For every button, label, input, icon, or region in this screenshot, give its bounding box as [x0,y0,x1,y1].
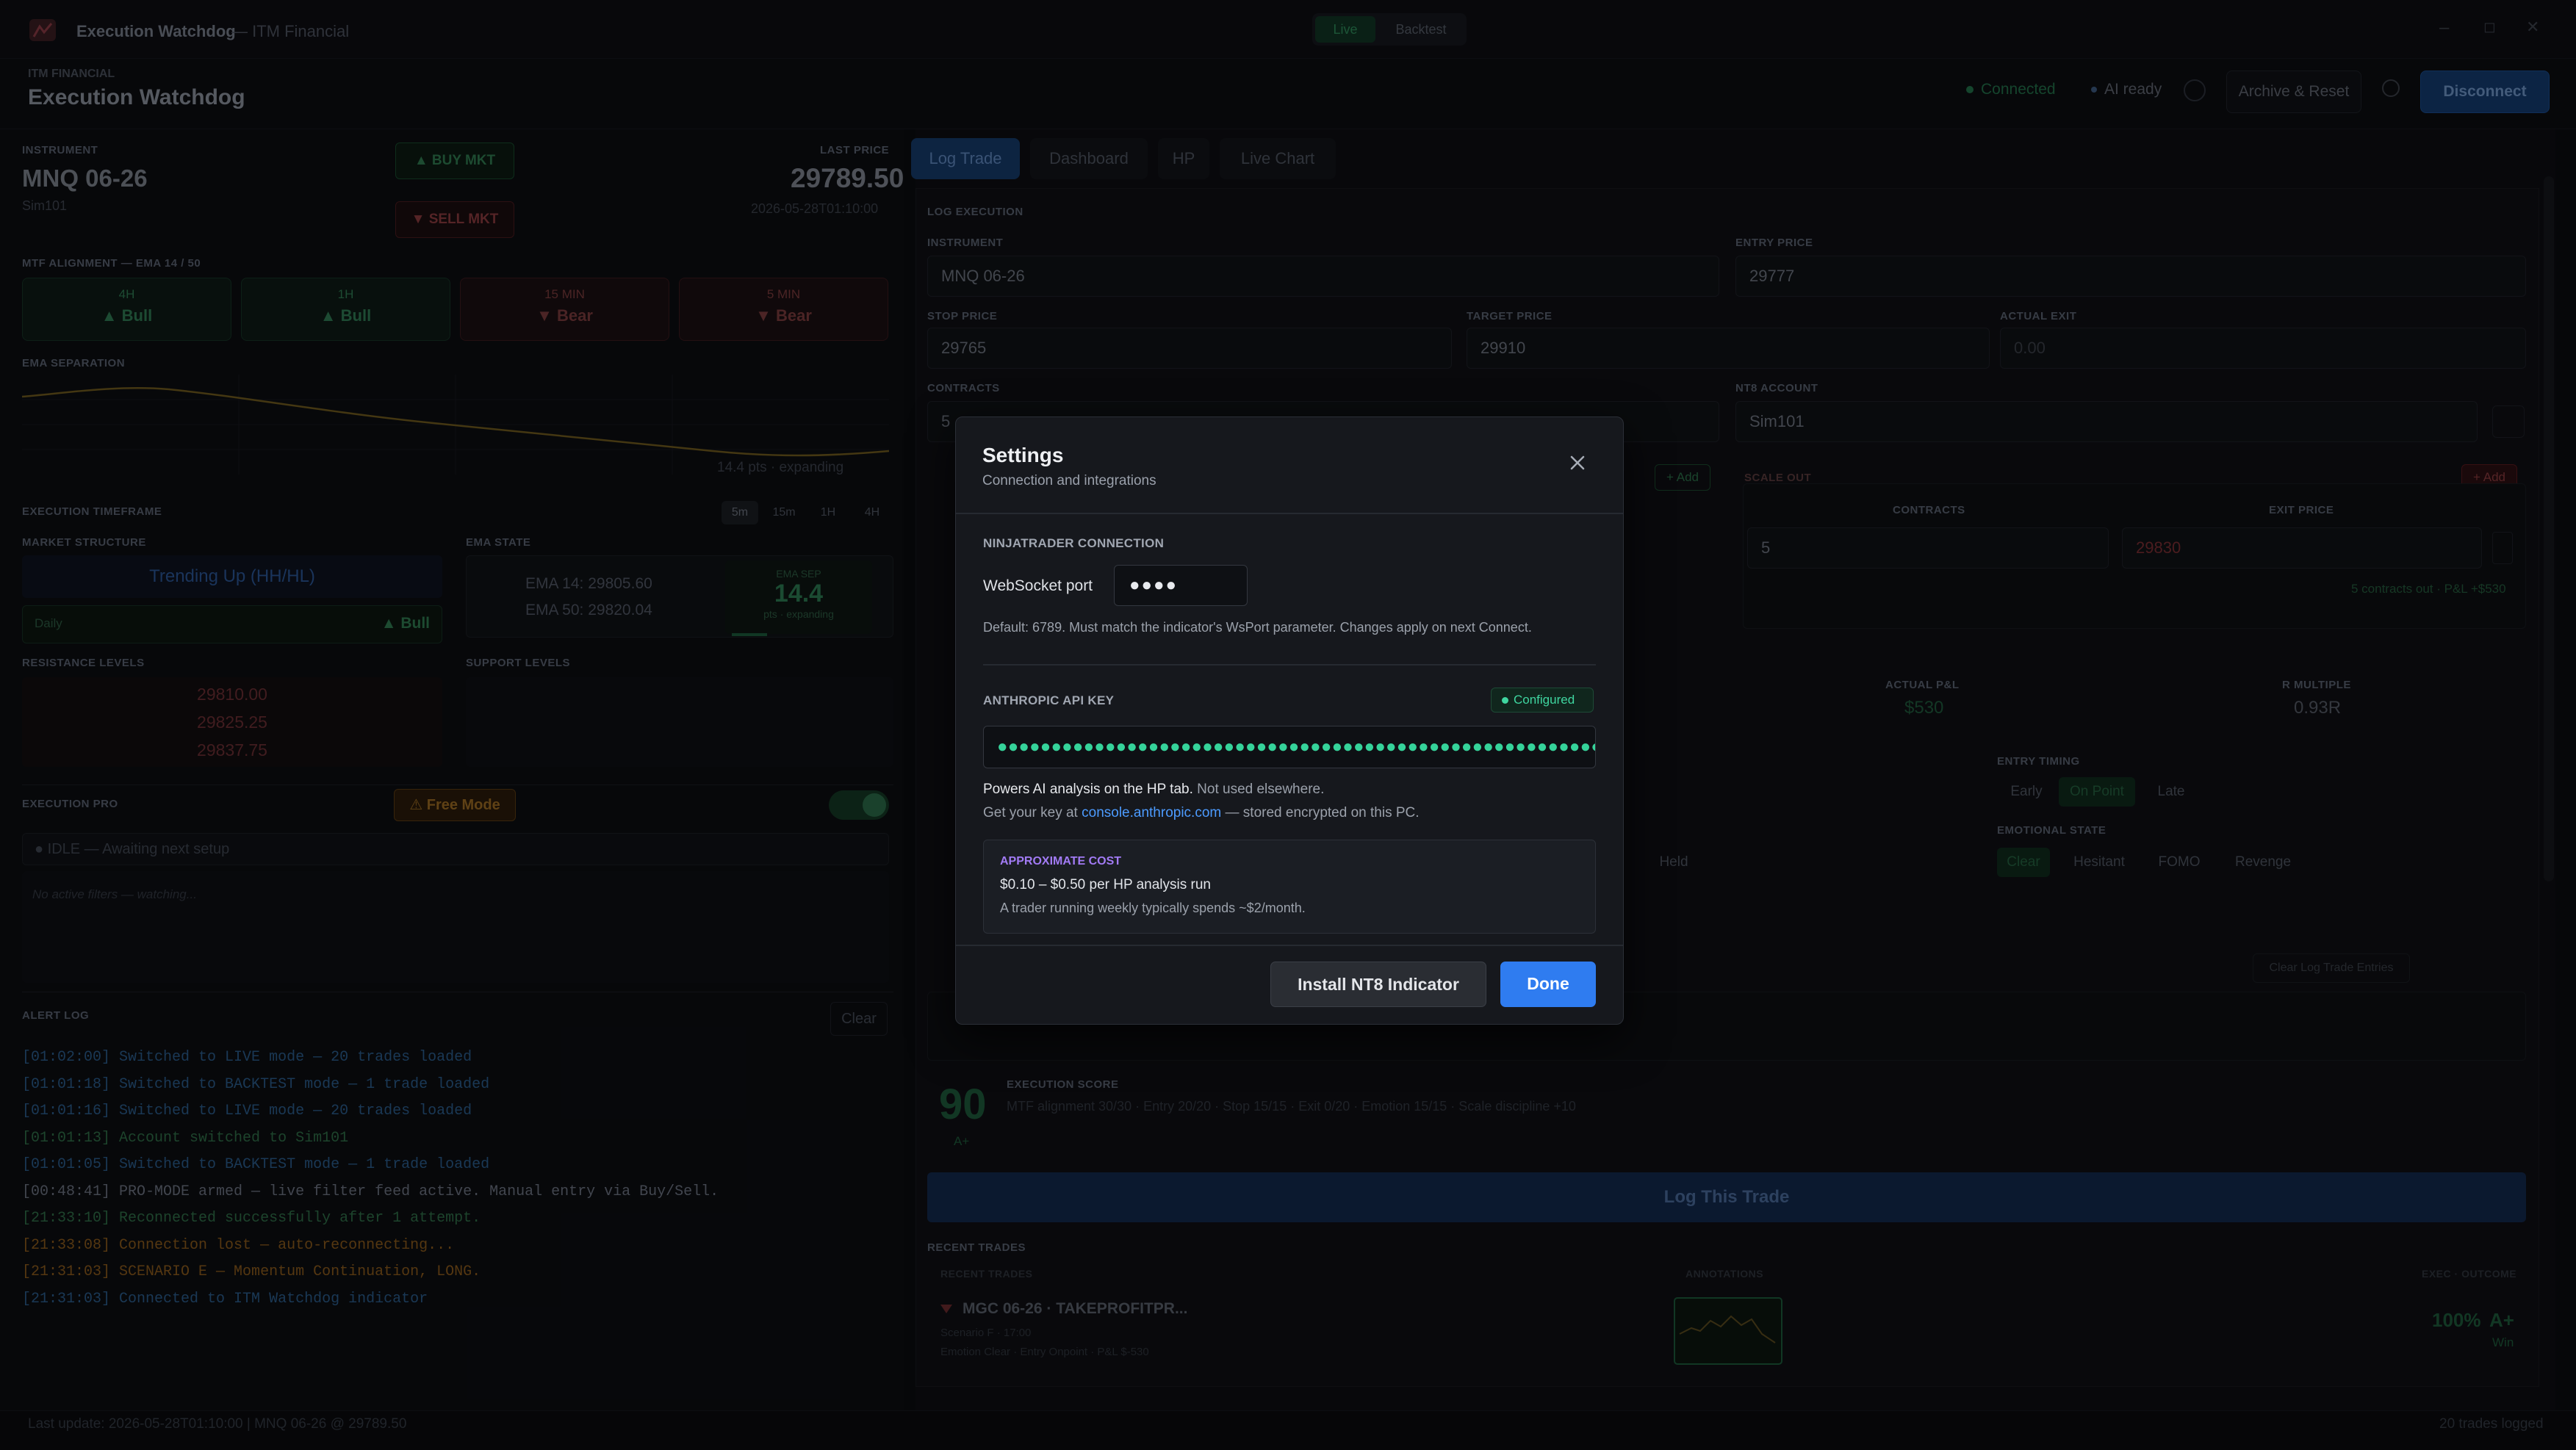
modal-title: Settings [982,444,1064,466]
cost-main: $0.10 – $0.50 per HP analysis run [1000,877,1211,892]
websocket-help-text: Default: 6789. Must match the indicator'… [983,620,1532,635]
ninjatrader-section-label: NINJATRADER CONNECTION [983,536,1165,550]
api-help-line2: Get your key at console.anthropic.com — … [983,805,1420,821]
done-button[interactable]: Done [1500,962,1596,1007]
api-help-line1: Powers AI analysis on the HP tab. Not us… [983,782,1324,798]
modal-divider [956,513,1623,514]
api-help-rest: Not used elsewhere. [1197,782,1325,797]
api-key-input[interactable]: ●●●●●●●●●●●●●●●●●●●●●●●●●●●●●●●●●●●●●●●●… [983,726,1596,768]
modal-subtitle: Connection and integrations [982,473,1156,488]
section-divider [983,664,1596,666]
cost-sub: A trader running weekly typically spends… [1000,901,1306,915]
api-configured-text: Configured [1514,693,1575,707]
api-help-bold: Powers AI analysis on the HP tab. [983,782,1193,797]
approximate-cost-box: APPROXIMATE COST $0.10 – $0.50 per HP an… [983,840,1596,934]
api-help-post: — stored encrypted on this PC. [1225,805,1420,820]
close-icon[interactable] [1566,451,1589,475]
cost-label: APPROXIMATE COST [1000,855,1122,868]
modal-footer-divider [956,945,1623,946]
api-configured-badge: Configured [1491,688,1594,713]
api-key-section-label: ANTHROPIC API KEY [983,693,1115,707]
configured-dot-icon [1502,697,1508,704]
websocket-port-input[interactable]: ●●●● [1114,565,1248,606]
settings-modal: Settings Connection and integrations NIN… [955,416,1624,1025]
api-help-pre: Get your key at [983,805,1078,820]
install-nt8-indicator-button[interactable]: Install NT8 Indicator [1270,962,1486,1007]
anthropic-console-link[interactable]: console.anthropic.com [1082,805,1221,820]
websocket-port-label: WebSocket port [983,577,1093,594]
